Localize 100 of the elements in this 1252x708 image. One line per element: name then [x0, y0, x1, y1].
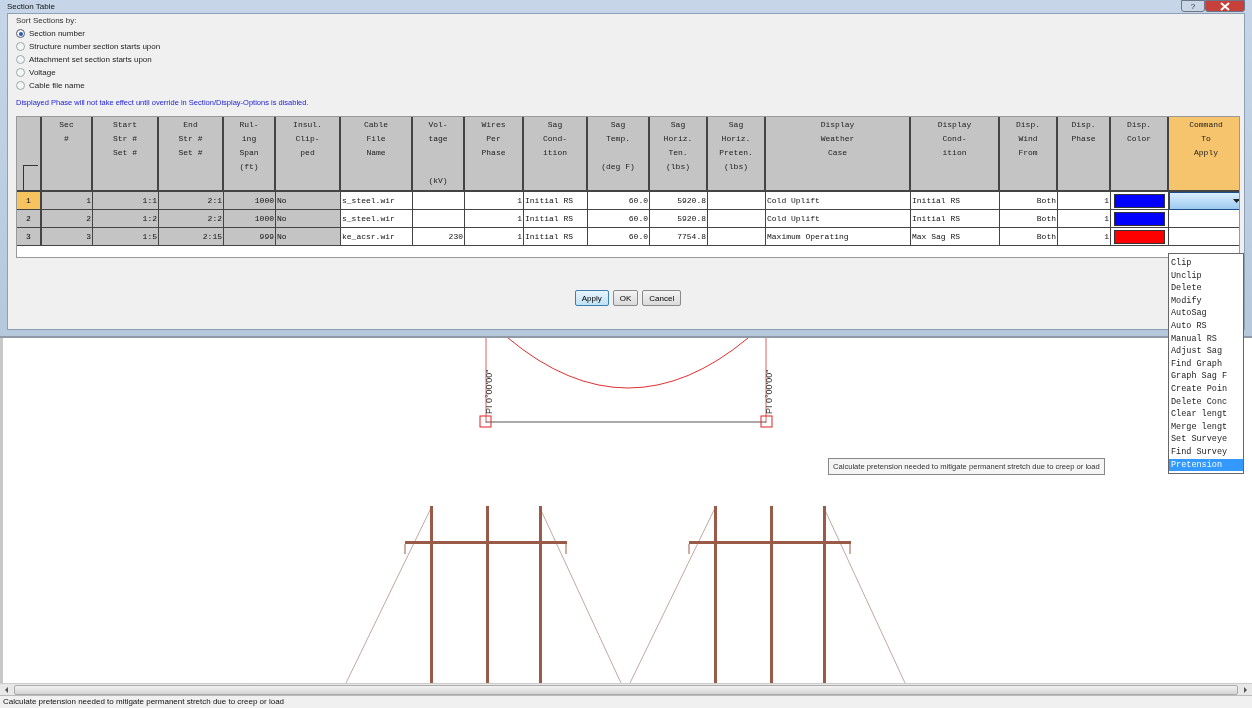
column-header[interactable]: Wires Per Phase [465, 117, 524, 192]
column-header[interactable]: Sag Horiz. Preten. (lbs) [708, 117, 766, 192]
table-cell: Initial RS [911, 210, 1000, 228]
dropdown-item[interactable]: AutoSag [1169, 307, 1243, 320]
color-cell[interactable] [1111, 228, 1169, 246]
table-cell: Initial RS [524, 210, 588, 228]
radio-label[interactable]: Section number [29, 29, 86, 38]
group-label: Sort Sections by: [16, 15, 78, 27]
color-swatch[interactable] [1114, 194, 1165, 208]
dropdown-item[interactable]: Clip [1169, 257, 1243, 270]
column-header[interactable]: Vol- tage (kV) [413, 117, 465, 192]
dropdown-item[interactable]: Auto RS [1169, 319, 1243, 333]
table-cell: 1:5 [93, 228, 159, 246]
table-cell: 1 [42, 192, 93, 210]
color-swatch[interactable] [1114, 212, 1165, 226]
dropdown-item[interactable]: Delete [1169, 282, 1243, 295]
close-button[interactable] [1205, 0, 1245, 12]
table-cell: Max Sag RS [911, 228, 1000, 246]
radio-button[interactable] [16, 29, 25, 38]
dialog-button[interactable]: Cancel [642, 290, 682, 306]
color-cell[interactable] [1111, 192, 1169, 210]
column-header[interactable]: Sag Temp. (deg F) [588, 117, 650, 192]
table-cell: 2:15 [159, 228, 224, 246]
radio-button[interactable] [16, 68, 25, 77]
dropdown-item[interactable]: Graph Sag F [1169, 370, 1243, 383]
command-combo-box[interactable] [1169, 192, 1239, 210]
scroll-left-icon[interactable] [3, 685, 11, 694]
radio-label[interactable]: Attachment set section starts upon [29, 55, 152, 64]
table-cell: Both [1000, 192, 1058, 210]
table-cell: 5920.8 [650, 192, 708, 210]
radio-button[interactable] [16, 81, 25, 90]
column-header[interactable]: Sec # [42, 117, 93, 192]
column-header[interactable]: End Str # Set # [159, 117, 224, 192]
radio-label[interactable]: Voltage [29, 68, 56, 77]
table-cell: Initial RS [524, 192, 588, 210]
table-cell: 1:2 [93, 210, 159, 228]
table-cell: 5920.8 [650, 210, 708, 228]
dialog-button[interactable]: OK [612, 290, 639, 306]
table-cell: No [276, 228, 341, 246]
table-cell: 999 [224, 228, 276, 246]
column-header[interactable]: Start Str # Set # [93, 117, 159, 192]
table-cell: 7754.8 [650, 228, 708, 246]
dropdown-item[interactable]: Set Surveye [1169, 433, 1243, 446]
row-header[interactable]: 1 [17, 192, 42, 210]
window-title: Section Table [7, 2, 55, 11]
dropdown-item[interactable]: Find Graph [1169, 357, 1243, 371]
table-cell: 1 [1058, 210, 1111, 228]
table-cell: Initial RS [524, 228, 588, 246]
row-header[interactable]: 3 [17, 228, 42, 246]
table-cell: Initial RS [911, 192, 1000, 210]
column-header[interactable]: Rul- ing Span (ft) [224, 117, 276, 192]
scroll-right-icon[interactable] [1241, 685, 1249, 694]
column-header[interactable]: Disp. Color [1111, 117, 1169, 192]
radio-button[interactable] [16, 55, 25, 64]
dropdown-item[interactable]: Create Poin [1169, 382, 1243, 396]
color-swatch[interactable] [1114, 230, 1165, 244]
column-header[interactable]: Disp. Phase [1058, 117, 1111, 192]
dropdown-item[interactable]: Manual RS [1169, 332, 1243, 346]
column-header[interactable]: Sag Cond- ition [524, 117, 588, 192]
table-cell: 2:1 [159, 192, 224, 210]
table-cell: 1 [465, 228, 524, 246]
table-cell: s_steel.wir [341, 192, 413, 210]
row-header[interactable]: 2 [17, 210, 42, 228]
table-cell: 60.0 [588, 192, 650, 210]
caret-icon [1233, 199, 1239, 203]
column-header[interactable]: Display Cond- ition [911, 117, 1000, 192]
column-header[interactable]: Cable File Name [341, 117, 413, 192]
color-cell[interactable] [1111, 210, 1169, 228]
dropdown-item[interactable]: Merge lengt [1169, 420, 1243, 434]
radio-button[interactable] [16, 42, 25, 51]
table-cell: 60.0 [588, 210, 650, 228]
dropdown-item[interactable]: Modify [1169, 294, 1243, 308]
dropdown-item[interactable]: Delete Conc [1169, 395, 1243, 409]
table-cell: 1 [1058, 192, 1111, 210]
close-icon [1219, 1, 1231, 11]
dropdown-item[interactable]: Adjust Sag [1169, 345, 1243, 358]
table-cell: 230 [413, 228, 465, 246]
column-header[interactable]: Disp. Wind From [1000, 117, 1058, 192]
dropdown-item[interactable]: Find Survey [1169, 445, 1243, 459]
column-header[interactable]: Insul. Clip- ped [276, 117, 341, 192]
status-text: Calculate pretension needed to mitigate permanent stretch due to creep or load [3, 697, 285, 706]
column-header[interactable]: Display Weather Case [766, 117, 911, 192]
help-button[interactable]: ? [1181, 0, 1205, 12]
table-cell: Cold Uplift [766, 210, 911, 228]
table-cell: Both [1000, 228, 1058, 246]
table-cell: 2:2 [159, 210, 224, 228]
dropdown-item[interactable]: Clear lengt [1169, 408, 1243, 421]
table-cell: s_steel.wir [341, 210, 413, 228]
column-header[interactable]: Sag Horiz. Ten. (lbs) [650, 117, 708, 192]
radio-label[interactable]: Cable file name [29, 81, 85, 90]
point-label: PI 0°00'00" [484, 369, 494, 415]
table-cell: Both [1000, 210, 1058, 228]
table-cell: 1 [465, 192, 524, 210]
table-cell: 2 [42, 210, 93, 228]
dialog-button[interactable]: Apply [574, 290, 609, 306]
dropdown-item[interactable]: Unclip [1169, 269, 1243, 283]
point-label: PI 0°00'00" [764, 369, 774, 415]
column-header[interactable]: Command To Apply [1169, 117, 1239, 192]
table-cell: Maximum Operating [766, 228, 911, 246]
radio-label[interactable]: Structure number section starts upon [29, 42, 161, 51]
